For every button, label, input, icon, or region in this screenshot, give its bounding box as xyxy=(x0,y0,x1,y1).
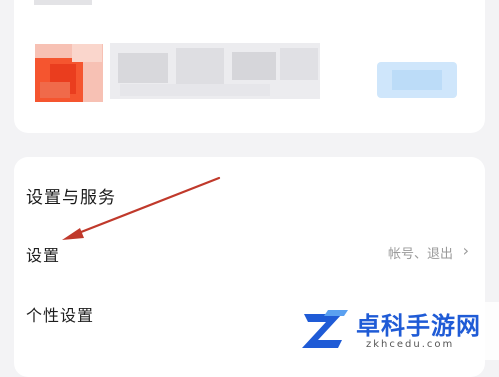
watermark-title: 卓科手游网 xyxy=(356,312,481,340)
watermark-domain: zkhcedu.com xyxy=(366,339,455,350)
watermark-logo-icon xyxy=(302,310,348,348)
